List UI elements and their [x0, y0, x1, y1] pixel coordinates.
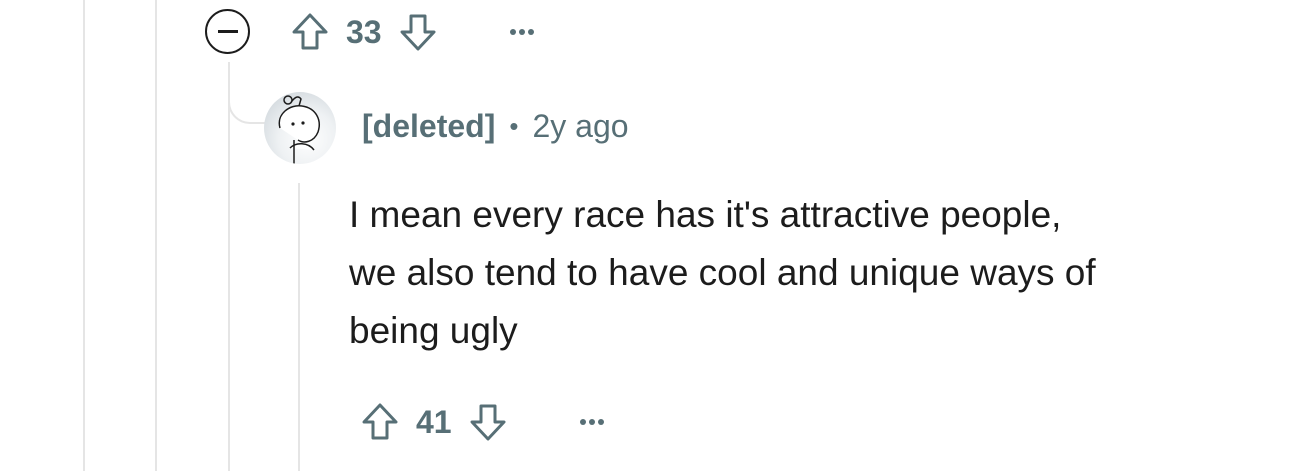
comment-line: I mean every race has it's attractive pe… — [349, 194, 1062, 235]
author-name[interactable]: [deleted] — [362, 108, 495, 145]
thread-connector — [228, 62, 268, 124]
reply-actions: 41 — [358, 400, 607, 444]
meta-separator: • — [509, 111, 519, 141]
thread-line[interactable] — [228, 62, 230, 471]
comment-meta: [deleted] • 2y ago — [362, 108, 629, 145]
upvote-arrow-icon[interactable] — [358, 400, 402, 444]
comment-body: I mean every race has it's attractive pe… — [349, 186, 1249, 360]
more-options-icon[interactable] — [579, 419, 607, 425]
thread-line — [155, 0, 157, 471]
downvote-arrow-icon[interactable] — [466, 400, 510, 444]
snoo-avatar-icon[interactable] — [264, 92, 336, 164]
timestamp[interactable]: 2y ago — [532, 108, 628, 145]
vote-count: 41 — [416, 403, 452, 440]
collapse-thread-icon[interactable] — [205, 9, 250, 54]
upvote-arrow-icon[interactable] — [288, 10, 332, 54]
thread-line — [83, 0, 85, 471]
downvote-arrow-icon[interactable] — [396, 10, 440, 54]
vote-count: 33 — [346, 13, 382, 50]
comment-line: being ugly — [349, 310, 518, 351]
comment-line: we also tend to have cool and unique way… — [349, 252, 1096, 293]
reply-thread-line[interactable] — [298, 183, 300, 471]
more-options-icon[interactable] — [509, 29, 537, 35]
parent-comment-actions: 33 — [288, 10, 537, 54]
